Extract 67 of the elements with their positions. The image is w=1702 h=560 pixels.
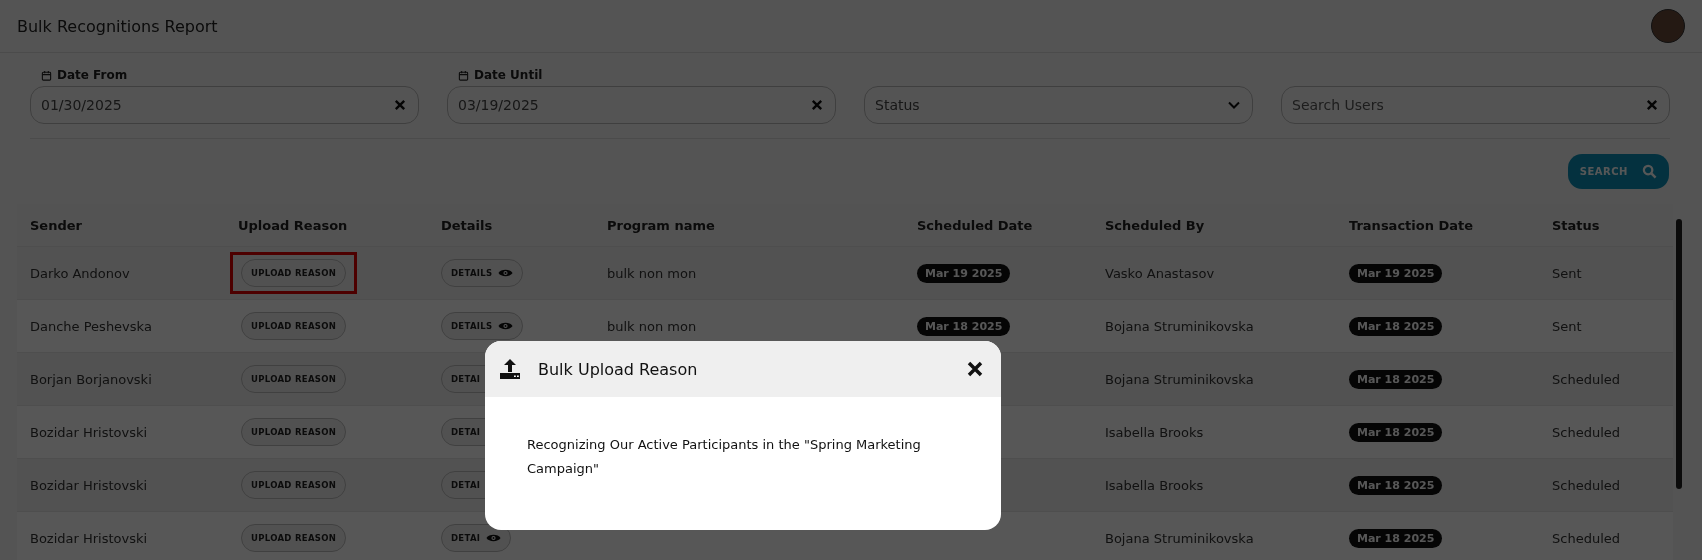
search-icon: [1642, 164, 1657, 179]
table-cell-text: Bozidar Hristovski: [29, 424, 149, 440]
table-cell-text: Bojana Struminikovska: [1104, 371, 1255, 387]
upload-reason-button[interactable]: UPLOAD REASON: [241, 365, 347, 393]
column-header: Status: [1551, 217, 1601, 233]
date-badge: Mar 18 2025: [1349, 528, 1443, 548]
field-value: 03/19/2025: [458, 97, 540, 113]
column-header: Sender: [29, 217, 83, 233]
table-cell-text: Isabella Brooks: [1104, 424, 1205, 440]
table-cell: bulk non mon: [607, 318, 697, 334]
upload-reason-button[interactable]: UPLOAD REASON: [241, 524, 347, 552]
page-title: Bulk Recognitions Report: [17, 16, 218, 36]
modal-text: Recognizing Our Active Participants in the "Spring Marketing Campaign": [527, 436, 922, 478]
table-cell-text: Vasko Anastasov: [1104, 265, 1216, 281]
upload-reason-button[interactable]: UPLOAD REASON: [241, 471, 347, 499]
date-badge: Mar 18 2025: [1349, 422, 1443, 442]
table-cell-text: Bojana Struminikovska: [1104, 530, 1255, 546]
column-header: Scheduled By: [1104, 217, 1206, 233]
upload-icon: [498, 357, 522, 381]
eye-icon: [486, 533, 502, 543]
field-value: 01/30/2025: [41, 97, 123, 113]
table-cell-text: Sent: [1551, 265, 1583, 281]
modal-title: Bulk Upload Reason: [538, 359, 699, 379]
upload-reason-button[interactable]: UPLOAD REASON: [241, 259, 347, 287]
eye-icon: [498, 321, 514, 331]
date-badge: Mar 19 2025: [917, 263, 1011, 283]
date-badge: Mar 18 2025: [1349, 475, 1443, 495]
clear-icon[interactable]: [811, 99, 823, 111]
avatar[interactable]: [1651, 9, 1685, 43]
field-label: Date Until: [474, 68, 543, 82]
calendar-icon: [458, 69, 469, 81]
column-header: Program name: [606, 217, 716, 233]
clear-icon[interactable]: [1646, 99, 1658, 111]
eye-icon: [498, 268, 514, 278]
upload-reason-button[interactable]: UPLOAD REASON: [241, 418, 347, 446]
close-icon[interactable]: [967, 361, 983, 377]
table-cell-text: Scheduled: [1551, 530, 1621, 546]
upload-reason-button[interactable]: UPLOAD REASON: [241, 312, 347, 340]
date-badge: Mar 18 2025: [1349, 369, 1443, 389]
field-label: Date From: [57, 68, 128, 82]
table-cell-text: Isabella Brooks: [1104, 477, 1205, 493]
table-cell-text: Scheduled: [1551, 477, 1621, 493]
table-cell: bulk non mon: [607, 265, 697, 281]
column-header: Details: [440, 217, 494, 233]
date-badge: Mar 18 2025: [917, 316, 1011, 336]
table-cell-text: Bozidar Hristovski: [29, 530, 149, 546]
chevron-down-icon: [1228, 99, 1240, 111]
clear-icon[interactable]: [394, 99, 406, 111]
table-cell-text: Darko Andonov: [29, 265, 131, 281]
date-badge: Mar 19 2025: [1349, 263, 1443, 283]
column-header: Scheduled Date: [916, 217, 1034, 233]
details-button[interactable]: DETAILS: [441, 312, 524, 340]
table-cell-text: Borjan Borjanovski: [29, 371, 153, 387]
calendar-icon: [41, 69, 52, 81]
column-header: Upload Reason: [237, 217, 349, 233]
table-cell-text: Sent: [1551, 318, 1583, 334]
details-button[interactable]: DETAILS: [441, 259, 524, 287]
table-cell-text: Scheduled: [1551, 371, 1621, 387]
details-button[interactable]: DETAI: [441, 524, 512, 552]
column-header: Transaction Date: [1348, 217, 1475, 233]
status-dropdown[interactable]: Status: [864, 86, 1253, 124]
table-cell-text: Bojana Struminikovska: [1104, 318, 1255, 334]
table-cell-text: Scheduled: [1551, 424, 1621, 440]
date-badge: Mar 18 2025: [1349, 316, 1443, 336]
search-button[interactable]: SEARCH: [1567, 154, 1669, 189]
table-cell-text: Danche Peshevska: [29, 318, 153, 334]
table-cell-text: Bozidar Hristovski: [29, 477, 149, 493]
